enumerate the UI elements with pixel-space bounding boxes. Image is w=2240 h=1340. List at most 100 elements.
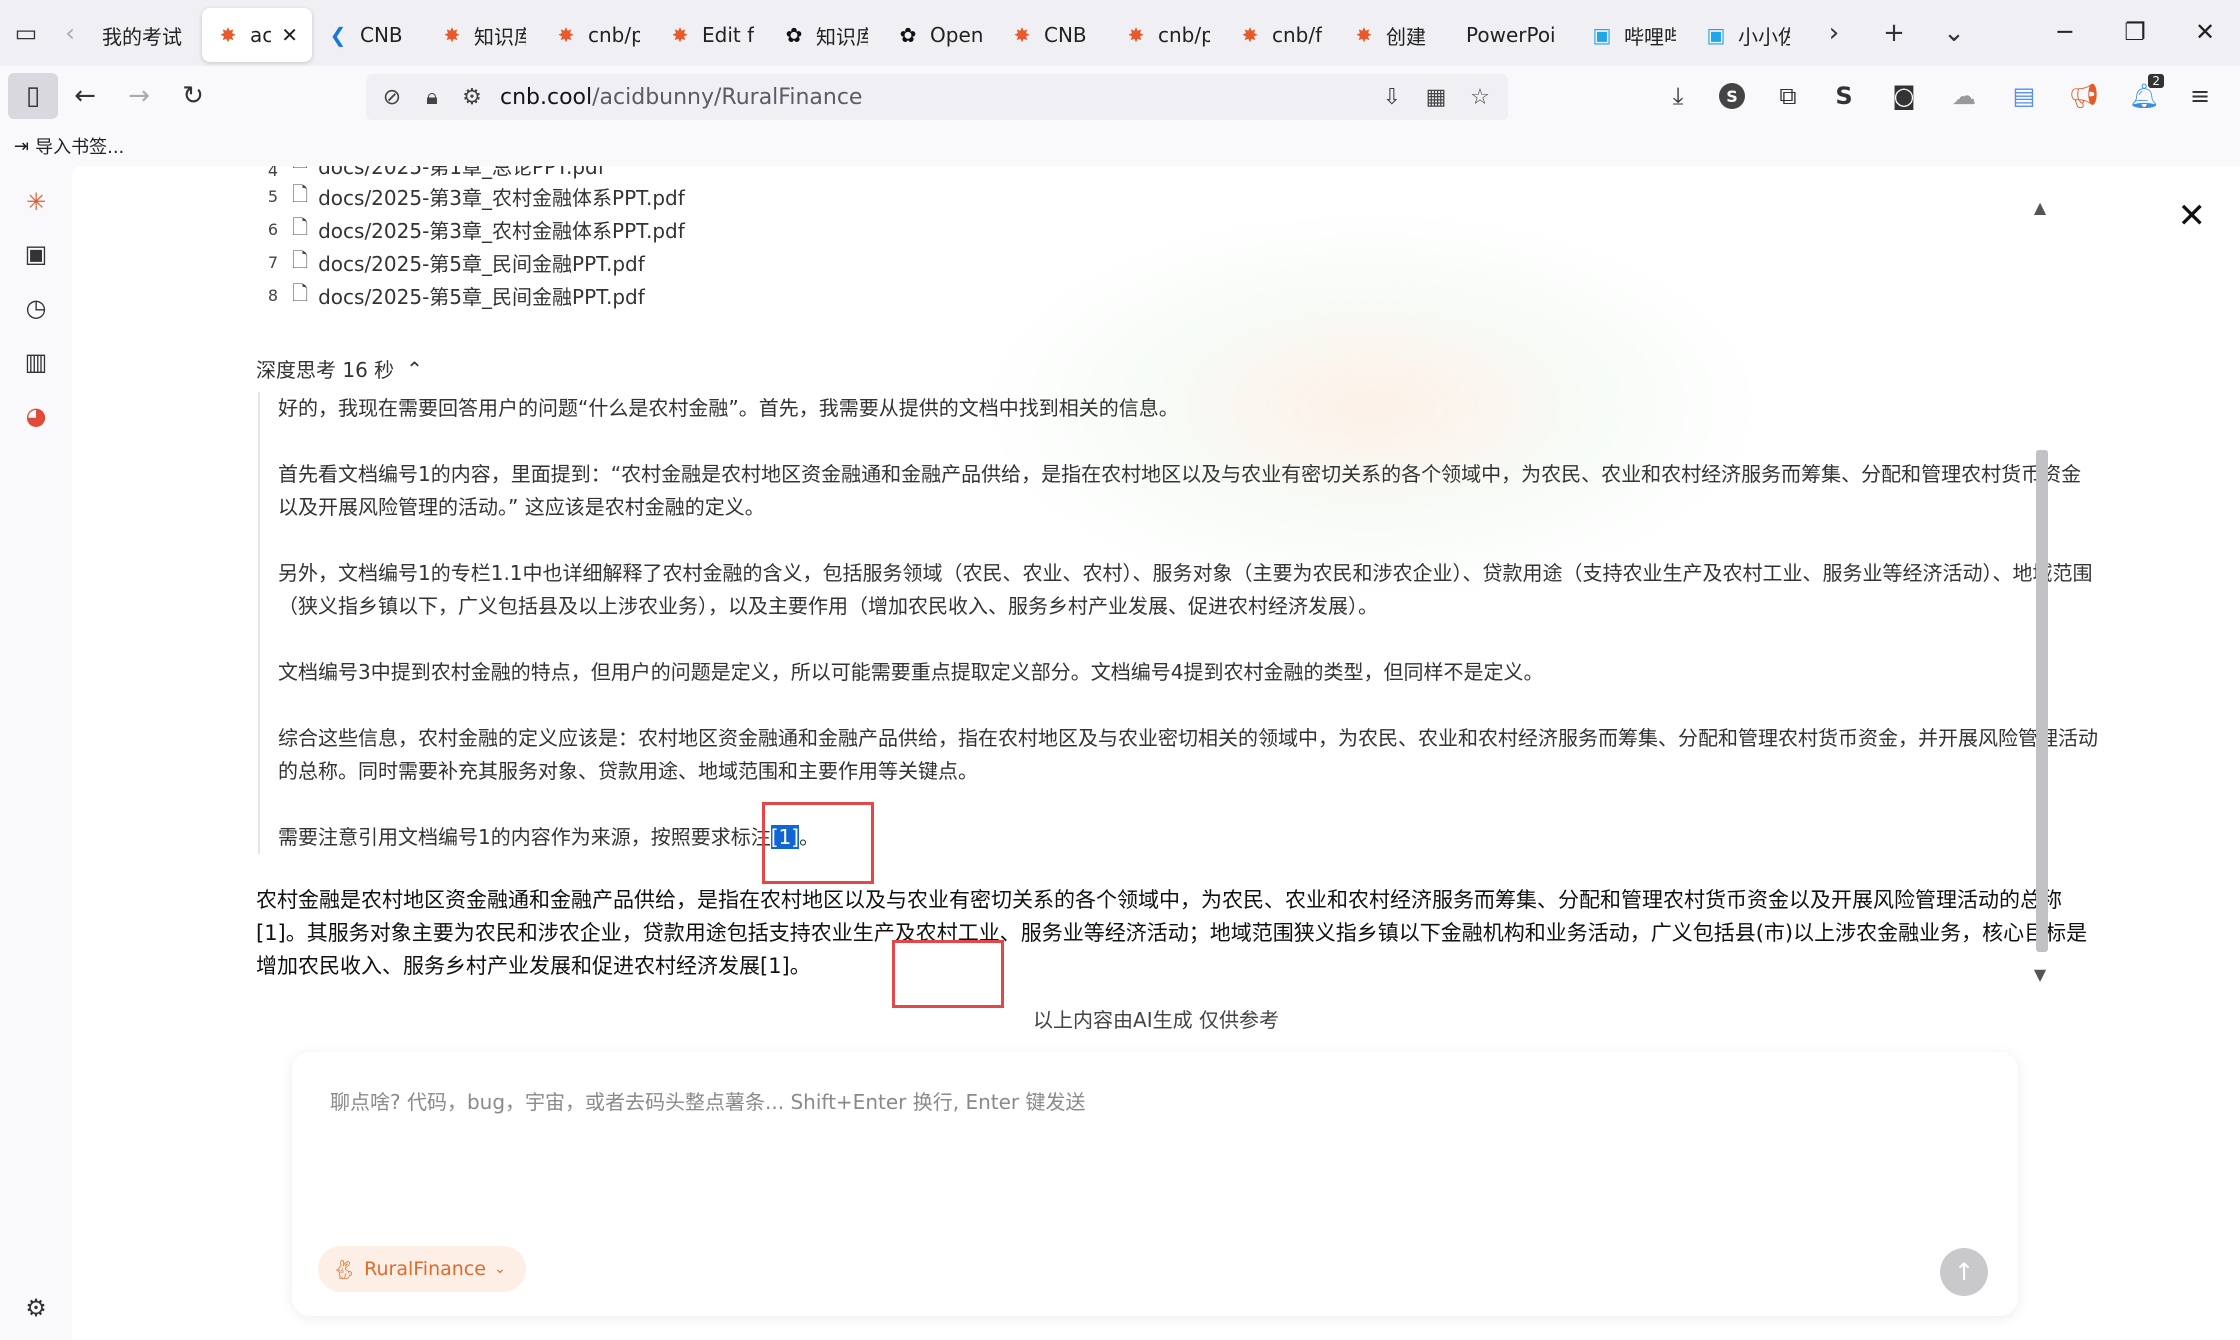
permissions-icon[interactable]: ⚙︎ — [452, 85, 492, 110]
tab-4[interactable]: ✸ cnb/p — [540, 8, 654, 62]
scroll-tabs-left-icon[interactable]: ‹ — [52, 7, 88, 59]
qr-code-icon[interactable]: ▦ — [1416, 85, 1456, 110]
openai-favicon-icon: ✿ — [899, 23, 917, 47]
scrollbar[interactable]: ▲ ▼ — [2030, 198, 2050, 984]
tab-title: 知识库 — [474, 24, 526, 49]
menu-icon[interactable]: ≡ — [2176, 66, 2224, 126]
tab-14[interactable]: ▣ 小小佐 — [1690, 8, 1804, 62]
chat-panel: ✕ 4🗋docs/2025-第1章_总论PPT.pdf 5🗋docs/2025-… — [72, 166, 2240, 1340]
scroll-down-icon[interactable]: ▼ — [2030, 965, 2050, 984]
tab-title: cnb/p — [1158, 23, 1210, 47]
forward-icon[interactable]: → — [112, 71, 166, 121]
reasoning-paragraph: 首先看文档编号1的内容，里面提到：“农村金融是农村地区资金融通和金融产品供给，是… — [278, 462, 2082, 519]
url-path: /acidbunny/RuralFinance — [592, 84, 863, 110]
new-tab-icon[interactable]: + — [1864, 3, 1924, 63]
tracking-protection-icon[interactable]: ⊘ — [372, 85, 412, 110]
answer-text: 农村金融是农村地区资金融通和金融产品供给，是指在农村地区以及与农业有密切关系的各… — [256, 888, 2088, 978]
bookmark-star-icon[interactable]: ☆ — [1460, 85, 1500, 110]
history-icon[interactable]: ◷ — [18, 290, 54, 326]
highlight-box-reasoning-citation — [762, 802, 874, 884]
cnb-favicon-icon: ✸ — [1127, 23, 1145, 47]
reasoning-paragraph: 需要注意引用文档编号1的内容作为来源，按照要求标注[1]。 — [278, 825, 820, 849]
file-item[interactable]: 4🗋docs/2025-第1章_总论PPT.pdf — [258, 166, 685, 180]
tab-6[interactable]: ✿ 知识库 — [768, 8, 882, 62]
cnb-favicon-icon: ✸ — [1355, 23, 1373, 47]
tab-list-chevron-icon[interactable]: ⌄ — [1924, 3, 1984, 63]
lock-icon[interactable]: 🔒︎ — [412, 85, 452, 110]
extension-s-circle-icon[interactable]: S — [1708, 66, 1756, 126]
chat-input-placeholder[interactable]: 聊点啥? 代码，bug，宇宙，或者去码头整点薯条... Shift+Enter … — [330, 1086, 1085, 1115]
repo-selector[interactable]: 🐇︎ RuralFinance ⌄ — [318, 1246, 526, 1292]
scroll-tabs-right-icon[interactable]: › — [1804, 3, 1864, 63]
bilibili-favicon-icon: ▣ — [1706, 23, 1726, 47]
extensions-puzzle-icon[interactable]: ⧉ — [1764, 66, 1812, 126]
tab-11[interactable]: ✸ 创建 — [1338, 8, 1452, 62]
bilibili-favicon-icon: ▣ — [1592, 23, 1612, 47]
window-close-icon[interactable]: ✕ — [2170, 0, 2240, 64]
downloads-icon[interactable]: ⤓ — [1654, 66, 1702, 126]
deep-thinking-toggle[interactable]: 深度思考 16 秒 ⌃ — [256, 354, 423, 383]
extension-mask-icon[interactable]: ◙ — [1880, 66, 1928, 126]
vs-favicon-icon: ❮ — [329, 23, 347, 47]
tab-overview-icon[interactable]: ▭ — [0, 7, 52, 59]
tab-3[interactable]: ✸ 知识库 — [426, 8, 540, 62]
file-item[interactable]: 6 🗋 docs/2025-第3章_农村金融体系PPT.pdf — [258, 213, 685, 246]
file-item[interactable]: 5 🗋 docs/2025-第3章_农村金融体系PPT.pdf — [258, 180, 685, 213]
citation-ref[interactable]: [1]。 — [760, 954, 811, 978]
tab-title: cnb/f — [1272, 23, 1323, 47]
ai-chatbot-icon[interactable]: ✳ — [18, 184, 54, 220]
address-bar[interactable]: ⊘ 🔒︎ ⚙︎ cnb.cool/acidbunny/RuralFinance … — [366, 74, 1508, 120]
sidebar-toggle-icon[interactable]: ▯ — [8, 73, 58, 119]
scrollbar-thumb[interactable] — [2036, 450, 2048, 952]
url-domain: cnb.cool — [500, 84, 593, 110]
tab-8[interactable]: ✸ CNB — [996, 8, 1110, 62]
reasoning-paragraph: 综合这些信息，农村金融的定义应该是：农村地区资金融通和金融产品供给，指在农村地区… — [278, 726, 2098, 783]
tab-title: 我的考试 — [102, 24, 182, 49]
extension-doc-icon[interactable]: ▤ — [2000, 66, 2048, 126]
back-icon[interactable]: ← — [58, 71, 112, 121]
install-page-icon[interactable]: ⇩ — [1372, 85, 1412, 110]
extension-s-icon[interactable]: S — [1820, 66, 1868, 126]
chat-input-box[interactable]: 聊点啥? 代码，bug，宇宙，或者去码头整点薯条... Shift+Enter … — [292, 1052, 2018, 1316]
tab-10[interactable]: ✸ cnb/f — [1224, 8, 1338, 62]
extension-cloud-icon[interactable]: ☁ — [1940, 66, 1988, 126]
restore-icon[interactable]: ❐ — [2100, 0, 2170, 64]
scroll-up-icon[interactable]: ▲ — [2030, 198, 2050, 217]
minimize-icon[interactable]: ─ — [2030, 0, 2100, 64]
repo-icon: 🐇︎ — [332, 1258, 357, 1281]
highlight-box-answer-citation — [892, 940, 1004, 1008]
file-icon: 🗋 — [292, 214, 309, 239]
reload-icon[interactable]: ↻ — [166, 71, 220, 121]
send-button[interactable]: ↑ — [1940, 1248, 1988, 1296]
tab-9[interactable]: ✸ cnb/p — [1110, 8, 1224, 62]
import-bookmarks-link[interactable]: 导入书签... — [35, 133, 124, 159]
tab-2[interactable]: ❮ CNB — [312, 8, 426, 62]
close-tab-icon[interactable]: ✕ — [281, 23, 298, 47]
file-item[interactable]: 8 🗋 docs/2025-第5章_民间金融PPT.pdf — [258, 279, 685, 312]
bookmarks-icon[interactable]: ▥ — [18, 344, 54, 380]
tab-0[interactable]: 我的考试 — [88, 8, 202, 62]
close-panel-icon[interactable]: ✕ — [2178, 196, 2207, 236]
file-item[interactable]: 7 🗋 docs/2025-第5章_民间金融PPT.pdf — [258, 246, 685, 279]
reasoning-paragraph: 文档编号3中提到农村金融的特点，但用户的问题是定义，所以可能需要重点提取定义部分… — [278, 660, 1544, 684]
tab-title: PowerPoi — [1466, 23, 1556, 47]
cnb-favicon-icon: ✸ — [1241, 23, 1259, 47]
tab-13[interactable]: ▣ 哔哩哔 — [1576, 8, 1690, 62]
source-file-list: 4🗋docs/2025-第1章_总论PPT.pdf 5🗋docs/2025-第3… — [258, 166, 685, 312]
reasoning-block: 好的，我现在需要回答用户的问题“什么是农村金融”。首先，我需要从提供的文档中找到… — [258, 392, 2098, 854]
extension-notify-icon[interactable]: 🔔︎ 2 — [2120, 66, 2168, 126]
tab-5[interactable]: ✸ Edit fi — [654, 8, 768, 62]
repo-name: RuralFinance — [364, 1258, 486, 1280]
tab-title: 小小佐 — [1738, 24, 1790, 49]
synced-tabs-icon[interactable]: ▣ — [18, 236, 54, 272]
tab-1[interactable]: ✸ aci ✕ — [202, 8, 312, 62]
cnb-favicon-icon: ✸ — [1013, 23, 1031, 47]
ai-disclaimer: 以上内容由AI生成 仅供参考 — [1033, 1008, 1279, 1032]
settings-gear-icon[interactable]: ⚙ — [18, 1290, 54, 1326]
cnb-favicon-icon: ✸ — [671, 23, 689, 47]
tab-12[interactable]: PowerPoi — [1452, 8, 1576, 62]
tab-7[interactable]: ✿ Open — [882, 8, 996, 62]
import-icon: ⇥ — [14, 135, 30, 157]
extension-sidebar-icon[interactable]: ◕ — [18, 398, 54, 434]
extension-megaphone-icon[interactable]: 📢︎ — [2060, 66, 2108, 126]
